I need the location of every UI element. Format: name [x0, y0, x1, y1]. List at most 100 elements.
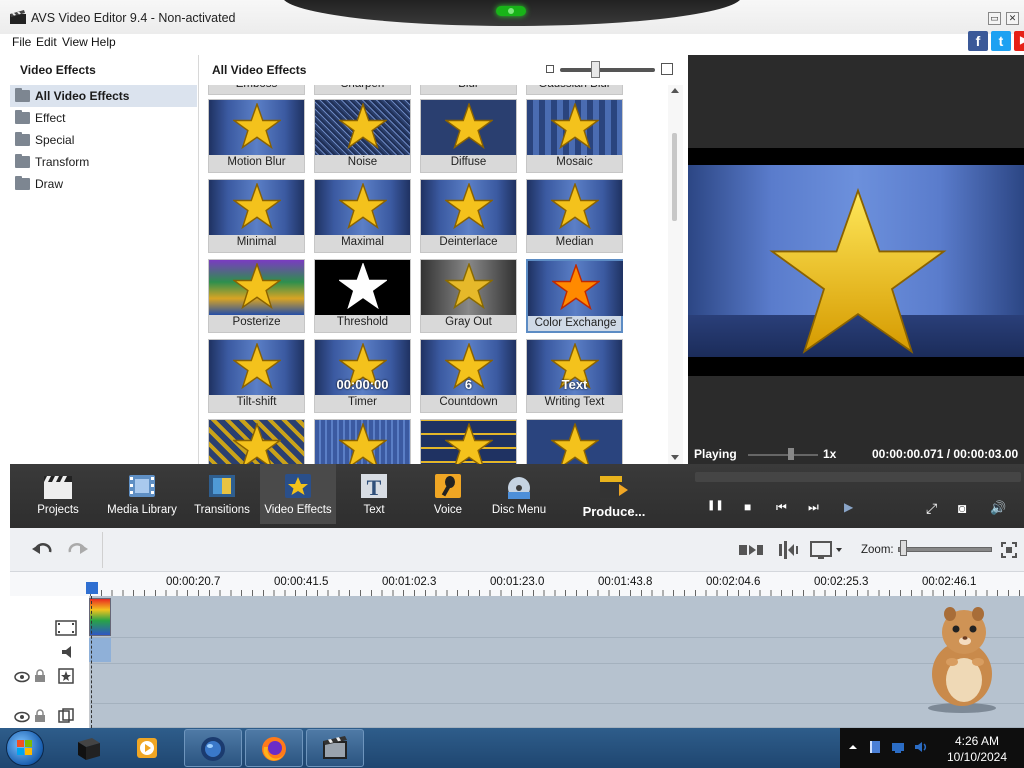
overlay-track[interactable] — [10, 704, 1024, 728]
effect-tile[interactable] — [526, 419, 623, 464]
taskbar-app-globe[interactable] — [184, 729, 242, 767]
category-effect[interactable]: Effect — [10, 107, 197, 129]
taskbar-app-black-box[interactable] — [60, 729, 118, 767]
transitions-button[interactable]: Transitions — [186, 464, 258, 524]
scrollbar-thumb[interactable] — [672, 133, 677, 221]
category-special[interactable]: Special — [10, 129, 197, 151]
category-transform[interactable]: Transform — [10, 151, 197, 173]
effect-tile[interactable] — [314, 419, 411, 464]
thumbnail-size-slider[interactable] — [560, 68, 655, 72]
visibility-eye-icon[interactable] — [14, 711, 30, 723]
ruler-label: 00:00:20.7 — [166, 576, 221, 588]
taskbar-app-firefox[interactable] — [245, 729, 303, 767]
effect-tile[interactable]: Emboss — [208, 85, 305, 95]
projects-button[interactable]: Projects — [22, 464, 94, 524]
effect-tile[interactable]: 00:00:00 Timer — [314, 339, 411, 413]
taskbar-app-media-player[interactable] — [120, 729, 178, 767]
lock-icon[interactable] — [34, 669, 46, 683]
tray-volume-icon[interactable] — [914, 740, 928, 754]
video-effects-button[interactable]: Video Effects — [260, 464, 336, 524]
playhead-marker[interactable] — [86, 582, 98, 594]
twitter-icon[interactable]: t — [991, 31, 1011, 51]
effect-tile[interactable]: Gray Out — [420, 259, 517, 333]
effect-tile[interactable] — [208, 419, 305, 464]
effect-tile[interactable]: Noise — [314, 99, 411, 173]
audio-settings-icon[interactable] — [778, 540, 802, 560]
trim-icon[interactable] — [738, 542, 764, 558]
media-library-button[interactable]: Media Library — [106, 464, 178, 524]
effects-scrollbar[interactable] — [668, 85, 683, 464]
category-draw[interactable]: Draw — [10, 173, 197, 195]
effect-tile[interactable]: 6 Countdown — [420, 339, 517, 413]
youtube-icon[interactable]: ▶ — [1014, 31, 1024, 51]
effect-tile[interactable]: Motion Blur — [208, 99, 305, 173]
menu-file[interactable]: File — [12, 35, 31, 49]
effect-tile[interactable]: Posterize — [208, 259, 305, 333]
thumbnail-size-slider-handle[interactable] — [591, 61, 600, 78]
redo-icon[interactable] — [66, 540, 88, 558]
tray-clock[interactable]: 4:26 AM 10/10/2024 — [936, 733, 1018, 765]
disc-menu-button[interactable]: Disc Menu — [486, 464, 552, 524]
next-frame-icon[interactable]: ⏭ — [808, 500, 826, 516]
playback-progress-bar[interactable] — [695, 472, 1021, 482]
tray-expand-icon[interactable] — [846, 740, 860, 754]
effect-tile[interactable]: Mosaic — [526, 99, 623, 173]
effect-tile[interactable]: Minimal — [208, 179, 305, 253]
video-clip[interactable] — [89, 598, 111, 636]
menu-view[interactable]: View — [62, 35, 88, 49]
effect-tile[interactable]: Tilt-shift — [208, 339, 305, 413]
category-all-video-effects[interactable]: All Video Effects — [10, 85, 197, 107]
thumbnail-large-icon[interactable] — [661, 63, 673, 75]
previous-frame-icon[interactable]: ⏮ — [776, 500, 794, 516]
fit-timeline-icon[interactable] — [1001, 542, 1017, 558]
effect-tile[interactable]: Maximal — [314, 179, 411, 253]
effect-tile[interactable]: Gaussian Blur — [526, 85, 623, 95]
tray-flag-icon[interactable] — [868, 740, 882, 754]
menu-edit[interactable]: Edit — [36, 35, 57, 49]
lock-icon[interactable] — [34, 709, 46, 723]
voice-button[interactable]: Voice — [414, 464, 482, 524]
tray-network-icon[interactable] — [891, 740, 905, 754]
thumbnail-small-icon[interactable] — [546, 65, 554, 73]
display-mode-icon[interactable] — [810, 540, 844, 560]
text-button[interactable]: T Text — [340, 464, 408, 524]
effect-tile[interactable]: Blur — [420, 85, 517, 95]
effect-tile[interactable]: Median — [526, 179, 623, 253]
volume-icon[interactable]: 🔊 — [990, 500, 1008, 516]
effect-tile[interactable]: Deinterlace — [420, 179, 517, 253]
effect-tile[interactable]: Color Exchange — [526, 259, 623, 333]
menu-help[interactable]: Help — [91, 35, 116, 49]
effect-overlay-text: 6 — [464, 377, 473, 392]
start-button[interactable] — [6, 730, 44, 766]
effect-tile[interactable]: Threshold — [314, 259, 411, 333]
playback-speed-slider[interactable] — [748, 454, 818, 456]
restore-button[interactable]: ▭ — [988, 12, 1001, 25]
stop-icon[interactable]: ■ — [744, 500, 762, 516]
scroll-down-icon[interactable] — [671, 455, 679, 460]
audio-mute-icon[interactable] — [60, 645, 76, 659]
taskbar-app-avs-editor[interactable] — [306, 729, 364, 767]
playback-speed-handle[interactable] — [788, 448, 794, 460]
video-track[interactable] — [10, 596, 1024, 638]
audio-clip[interactable] — [89, 638, 111, 662]
effects-track[interactable] — [10, 664, 1024, 704]
snapshot-icon[interactable]: ◙ — [958, 500, 976, 516]
effect-tile[interactable]: Sharpen — [314, 85, 411, 95]
undo-icon[interactable] — [32, 540, 54, 558]
split-view-icon[interactable]: ▶ — [844, 500, 862, 516]
pause-icon[interactable]: ❚❚ — [707, 500, 725, 516]
audio-track[interactable] — [10, 638, 1024, 664]
timeline-zoom-handle[interactable] — [900, 540, 907, 556]
effect-tile[interactable]: Diffuse — [420, 99, 517, 173]
preview-video[interactable] — [688, 148, 1024, 376]
timeline-ruler[interactable]: 00:00:20.7 00:00:41.5 00:01:02.3 00:01:2… — [10, 572, 1024, 596]
facebook-icon[interactable]: f — [968, 31, 988, 51]
produce-button[interactable]: Produce... — [572, 464, 656, 524]
timeline-zoom-slider[interactable] — [898, 547, 992, 552]
fullscreen-icon[interactable]: ⤢ — [926, 500, 944, 516]
visibility-eye-icon[interactable] — [14, 671, 30, 683]
close-button[interactable]: ✕ — [1006, 12, 1019, 25]
scroll-up-icon[interactable] — [671, 88, 679, 93]
effect-tile[interactable]: Text Writing Text — [526, 339, 623, 413]
effect-tile[interactable] — [420, 419, 517, 464]
